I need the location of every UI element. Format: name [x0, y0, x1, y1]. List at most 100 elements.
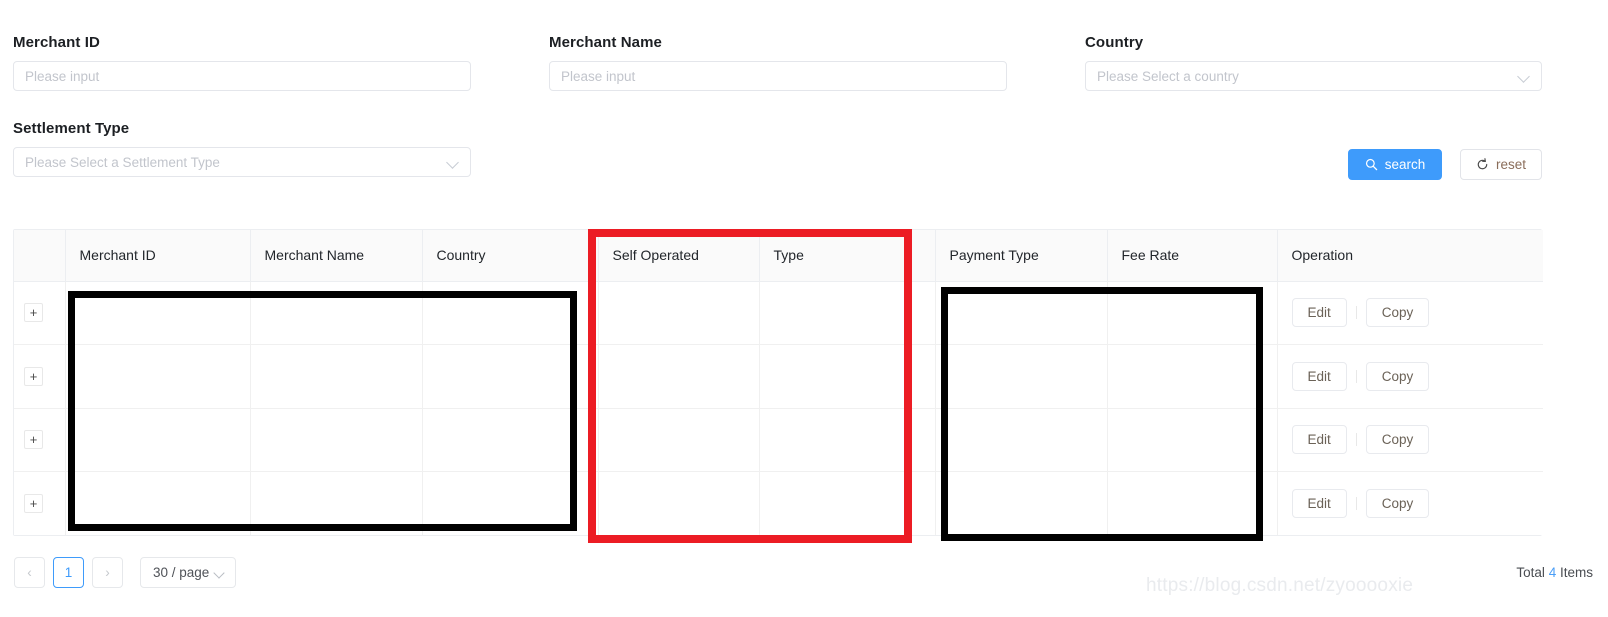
cell-self-operated [598, 281, 760, 345]
total-suffix: Items [1559, 565, 1593, 580]
search-icon [1365, 158, 1378, 171]
pagination: ‹ 1 › 30 / page [14, 557, 237, 588]
cell-payment-type [935, 344, 1108, 409]
page-size-select[interactable]: 30 / page [140, 557, 237, 588]
cell-merchant-id [65, 344, 251, 409]
cell-operation: Edit Copy [1277, 471, 1543, 535]
copy-button[interactable]: Copy [1365, 489, 1430, 518]
table-row: + Edit Copy [14, 471, 1543, 535]
cell-merchant-name [250, 408, 423, 472]
column-header-merchant-name: Merchant Name [250, 230, 423, 282]
search-button[interactable]: search [1348, 149, 1442, 180]
row-expand-cell: + [14, 408, 66, 472]
cell-country [422, 281, 599, 345]
column-header-operation: Operation [1277, 230, 1543, 282]
country-placeholder: Please Select a country [1097, 68, 1239, 84]
reset-button-wrap: reset [1460, 149, 1542, 180]
merchant-table: Merchant ID Merchant Name Country Self O… [13, 229, 1543, 536]
column-header-self-operated: Self Operated [598, 230, 760, 282]
search-button-label: search [1384, 157, 1426, 172]
total-count: 4 [1548, 565, 1557, 580]
copy-button[interactable]: Copy [1365, 298, 1430, 328]
cell-country [422, 408, 599, 472]
search-button-wrap: search [1348, 149, 1442, 180]
field-country: Country Please Select a country [1085, 33, 1542, 91]
table-row: + Edit Copy [14, 408, 1543, 472]
merchant-id-placeholder: Please input [25, 68, 100, 84]
action-divider [1355, 497, 1357, 510]
page-size-label: 30 / page [153, 565, 210, 580]
field-merchant-id: Merchant ID Please input [13, 33, 471, 91]
row-expand-cell: + [14, 471, 66, 535]
field-merchant-name: Merchant Name Please input [549, 33, 1007, 91]
cell-payment-type [935, 408, 1108, 472]
expand-row-icon[interactable]: + [24, 430, 43, 450]
expand-row-icon[interactable]: + [24, 303, 43, 323]
table-row: + Edit Copy [14, 281, 1543, 345]
cell-type [759, 471, 936, 535]
cell-merchant-id [65, 408, 251, 472]
cell-payment-type [935, 281, 1108, 345]
cell-country [422, 471, 599, 535]
cell-merchant-name [250, 344, 423, 409]
country-label: Country [1085, 34, 1144, 51]
reset-button[interactable]: reset [1460, 149, 1542, 180]
edit-button[interactable]: Edit [1291, 425, 1347, 455]
action-divider [1355, 306, 1357, 320]
action-divider [1355, 433, 1357, 447]
settlement-type-label: Settlement Type [13, 120, 130, 137]
merchant-name-input[interactable]: Please input [549, 61, 1007, 91]
cell-merchant-id [65, 281, 251, 345]
watermark: https://blog.csdn.net/zyooooxie [1146, 575, 1414, 596]
chevron-down-icon [1518, 70, 1530, 82]
column-header-fee-rate: Fee Rate [1107, 230, 1278, 282]
column-header-expand [14, 230, 66, 282]
field-settlement-type: Settlement Type Please Select a Settleme… [13, 119, 471, 177]
merchant-name-label: Merchant Name [549, 34, 663, 51]
total-count-text: Total 4 Items [1516, 565, 1593, 580]
pagination-next-button[interactable]: › [92, 557, 123, 588]
row-expand-cell: + [14, 344, 66, 409]
cell-operation: Edit Copy [1277, 344, 1543, 409]
settlement-type-select[interactable]: Please Select a Settlement Type [13, 147, 471, 177]
cell-operation: Edit Copy [1277, 281, 1543, 345]
column-header-merchant-id: Merchant ID [65, 230, 251, 282]
copy-button[interactable]: Copy [1365, 361, 1430, 391]
cell-merchant-name [250, 471, 423, 535]
cell-fee-rate [1107, 344, 1278, 409]
table-row: + Edit Copy [14, 344, 1543, 409]
copy-button[interactable]: Copy [1365, 425, 1430, 455]
cell-self-operated [598, 408, 760, 472]
merchant-id-input[interactable]: Please input [13, 61, 471, 91]
table-header-row: Merchant ID Merchant Name Country Self O… [14, 230, 1543, 282]
chevron-down-icon [214, 567, 226, 579]
merchant-id-label: Merchant ID [13, 34, 100, 51]
chevron-down-icon [447, 156, 459, 168]
row-expand-cell: + [14, 281, 66, 345]
settlement-type-placeholder: Please Select a Settlement Type [25, 154, 220, 170]
cell-self-operated [598, 471, 760, 535]
expand-row-icon[interactable]: + [24, 494, 43, 513]
cell-merchant-id [65, 471, 251, 535]
column-header-type: Type [759, 230, 936, 282]
edit-button[interactable]: Edit [1291, 489, 1347, 518]
pagination-prev-button[interactable]: ‹ [14, 557, 45, 588]
cell-fee-rate [1107, 408, 1278, 472]
cell-type [759, 408, 936, 472]
cell-payment-type [935, 471, 1108, 535]
cell-fee-rate [1107, 471, 1278, 535]
column-header-country: Country [422, 230, 599, 282]
country-select[interactable]: Please Select a country [1085, 61, 1542, 91]
pagination-page-1[interactable]: 1 [53, 557, 84, 588]
total-prefix: Total [1516, 565, 1545, 580]
cell-fee-rate [1107, 281, 1278, 345]
edit-button[interactable]: Edit [1291, 361, 1347, 391]
cell-type [759, 344, 936, 409]
cell-operation: Edit Copy [1277, 408, 1543, 472]
expand-row-icon[interactable]: + [24, 366, 43, 386]
column-header-payment-type: Payment Type [935, 230, 1108, 282]
action-divider [1355, 369, 1357, 383]
edit-button[interactable]: Edit [1291, 298, 1347, 328]
cell-country [422, 344, 599, 409]
cell-merchant-name [250, 281, 423, 345]
